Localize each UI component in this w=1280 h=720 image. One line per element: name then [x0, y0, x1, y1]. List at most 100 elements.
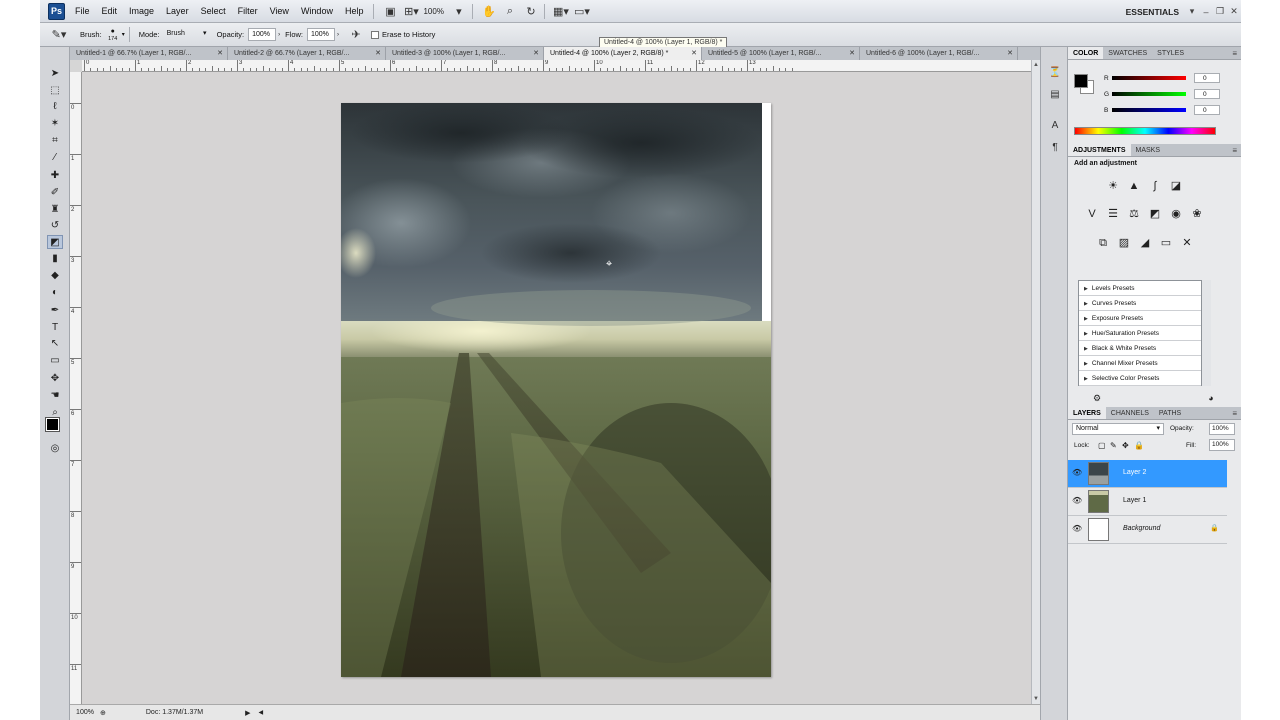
lasso-tool-icon[interactable]: ℓ — [47, 100, 63, 114]
screen-mode-icon[interactable]: ▭▾ — [573, 3, 591, 19]
view-extras-icon[interactable]: ⊞▾ — [402, 3, 420, 19]
bridge-icon[interactable]: ▣ — [381, 3, 399, 19]
opacity-field[interactable]: 100% — [248, 28, 277, 41]
color-spectrum-bar[interactable] — [1074, 127, 1216, 135]
status-zoom[interactable]: 100% — [70, 709, 100, 716]
foreground-color-swatch[interactable] — [45, 417, 60, 432]
brush-dropdown-icon[interactable]: ▾ — [122, 31, 125, 38]
menu-help[interactable]: Help — [339, 0, 370, 23]
marquee-tool-icon[interactable]: ⬚ — [47, 84, 63, 98]
history-brush-tool-icon[interactable]: ↺ — [47, 219, 63, 233]
blue-value[interactable]: 0 — [1194, 105, 1220, 115]
tab-channels[interactable]: CHANNELS — [1106, 407, 1154, 419]
eraser-preset-icon[interactable]: ✎▾ — [50, 27, 68, 43]
type-tool-icon[interactable]: T — [47, 321, 63, 335]
dodge-tool-icon[interactable]: ◐ — [47, 286, 63, 300]
erase-to-history-checkbox[interactable] — [371, 30, 379, 39]
vertical-ruler[interactable]: 0 1 2 3 4 5 6 7 8 9 10 11 — [70, 72, 82, 704]
pen-tool-icon[interactable]: ✒ — [47, 304, 63, 318]
move-tool-icon[interactable]: ➤ — [47, 67, 63, 81]
lock-pixels-icon[interactable]: ✎ — [1110, 441, 1117, 450]
tab-masks[interactable]: MASKS — [1131, 144, 1166, 156]
preset-item[interactable]: ▶ Exposure Presets — [1079, 311, 1201, 326]
brush-picker[interactable]: ● 174 — [104, 28, 122, 42]
invert-icon[interactable]: ⧉ — [1096, 236, 1110, 250]
layer-row-layer-1[interactable]: 👁 Layer 1 — [1068, 488, 1227, 516]
shape-tool-icon[interactable]: ▭ — [47, 354, 63, 368]
history-panel-icon[interactable]: ⏳ — [1048, 67, 1062, 81]
vertical-scrollbar[interactable]: ▲ ▼ — [1031, 60, 1040, 704]
flow-field[interactable]: 100% — [307, 28, 335, 41]
close-tab-icon[interactable]: ✕ — [849, 47, 855, 60]
opacity-slider-icon[interactable]: › — [278, 32, 280, 38]
menu-image[interactable]: Image — [123, 0, 160, 23]
hand-tool-icon[interactable]: ✋ — [480, 3, 498, 19]
close-tab-icon[interactable]: ✕ — [375, 47, 381, 60]
scroll-left-icon[interactable]: ◀ — [258, 709, 263, 716]
clip-to-layer-icon[interactable]: ◕ — [1204, 391, 1218, 405]
preset-item[interactable]: ▶ Black & White Presets — [1079, 341, 1201, 356]
levels-icon[interactable]: ▲ — [1127, 179, 1141, 193]
canvas-area[interactable]: ⌖ — [82, 72, 1031, 704]
menu-view[interactable]: View — [264, 0, 295, 23]
preset-item[interactable]: ▶ Hue/Saturation Presets — [1079, 326, 1201, 341]
posterize-icon[interactable]: ▨ — [1117, 236, 1131, 250]
layer-name[interactable]: Layer 2 — [1123, 469, 1146, 476]
quick-mask-icon[interactable]: ◎ — [47, 442, 63, 456]
visibility-eye-icon[interactable]: 👁 — [1072, 468, 1082, 477]
color-balance-icon[interactable]: ⚖ — [1127, 207, 1141, 221]
zoom-tool-icon[interactable]: ⌕ — [501, 3, 519, 19]
minimize-icon[interactable]: – — [1199, 7, 1213, 17]
green-gradient-bar[interactable] — [1112, 92, 1186, 96]
exposure-icon[interactable]: ◪ — [1169, 179, 1183, 193]
tab-untitled-6[interactable]: Untitled-6 @ 100% (Layer 1, RGB/... ✕ — [860, 47, 1018, 60]
rotate-view-icon[interactable]: ↻ — [522, 3, 540, 19]
red-value[interactable]: 0 — [1194, 73, 1220, 83]
threshold-icon[interactable]: ◢ — [1138, 236, 1152, 250]
scroll-up-icon[interactable]: ▲ — [1033, 62, 1039, 68]
menu-edit[interactable]: Edit — [96, 0, 124, 23]
brush-tool-icon[interactable]: ✐ — [47, 186, 63, 200]
close-tab-icon[interactable]: ✕ — [217, 47, 223, 60]
blue-gradient-bar[interactable] — [1112, 108, 1186, 112]
panel-menu-icon[interactable]: ≡ — [1232, 47, 1237, 60]
3d-rotate-tool-icon[interactable]: ✥ — [47, 372, 63, 386]
close-tab-icon[interactable]: ✕ — [533, 47, 539, 60]
curves-icon[interactable]: ∫ — [1148, 179, 1162, 193]
foreground-color-swatch[interactable] — [1074, 74, 1088, 88]
scroll-down-icon[interactable]: ▼ — [1033, 696, 1039, 702]
tab-color[interactable]: COLOR — [1068, 47, 1104, 59]
layer-opacity-field[interactable]: 100% — [1209, 423, 1235, 435]
gradient-map-icon[interactable]: ▭ — [1159, 236, 1173, 250]
hand-tool-icon[interactable]: ☚ — [47, 389, 63, 403]
menu-filter[interactable]: Filter — [232, 0, 264, 23]
visibility-eye-icon[interactable]: 👁 — [1072, 524, 1082, 533]
actions-panel-icon[interactable]: ▤ — [1048, 89, 1062, 103]
black-white-icon[interactable]: ◩ — [1148, 207, 1162, 221]
lock-position-icon[interactable]: ✥ — [1122, 441, 1129, 450]
path-selection-tool-icon[interactable]: ↖ — [47, 337, 63, 351]
expand-triangle-icon[interactable]: ▶ — [1084, 286, 1088, 292]
blue-slider[interactable]: B 0 — [1104, 104, 1239, 116]
channel-mixer-icon[interactable]: ❀ — [1190, 207, 1204, 221]
eraser-tool-icon[interactable]: ◩ — [47, 235, 63, 249]
preset-item[interactable]: ▶ Selective Color Presets — [1079, 371, 1201, 386]
visibility-eye-icon[interactable]: 👁 — [1072, 496, 1082, 505]
vibrance-icon[interactable]: V — [1085, 207, 1099, 221]
tab-swatches[interactable]: SWATCHES — [1103, 47, 1152, 59]
tab-layers[interactable]: LAYERS — [1068, 407, 1106, 419]
tab-untitled-5[interactable]: Untitled-5 @ 100% (Layer 1, RGB/... ✕ — [702, 47, 860, 60]
expand-triangle-icon[interactable]: ▶ — [1084, 331, 1088, 337]
tab-untitled-4[interactable]: Untitled-4 @ 100% (Layer 2, RGB/8) * ✕ — [544, 47, 702, 60]
brightness-contrast-icon[interactable]: ☀ — [1106, 179, 1120, 193]
zoom-level-menu[interactable]: 100% — [420, 7, 446, 16]
character-panel-icon[interactable]: A — [1048, 120, 1062, 134]
magic-wand-tool-icon[interactable]: ✶ — [47, 117, 63, 131]
close-tab-icon[interactable]: ✕ — [1007, 47, 1013, 60]
airbrush-icon[interactable]: ✈ — [347, 27, 365, 43]
restore-icon[interactable]: ❐ — [1213, 6, 1227, 17]
red-slider[interactable]: R 0 — [1104, 72, 1239, 84]
paragraph-panel-icon[interactable]: ¶ — [1048, 142, 1062, 156]
panel-menu-icon[interactable]: ≡ — [1232, 144, 1237, 157]
green-value[interactable]: 0 — [1194, 89, 1220, 99]
